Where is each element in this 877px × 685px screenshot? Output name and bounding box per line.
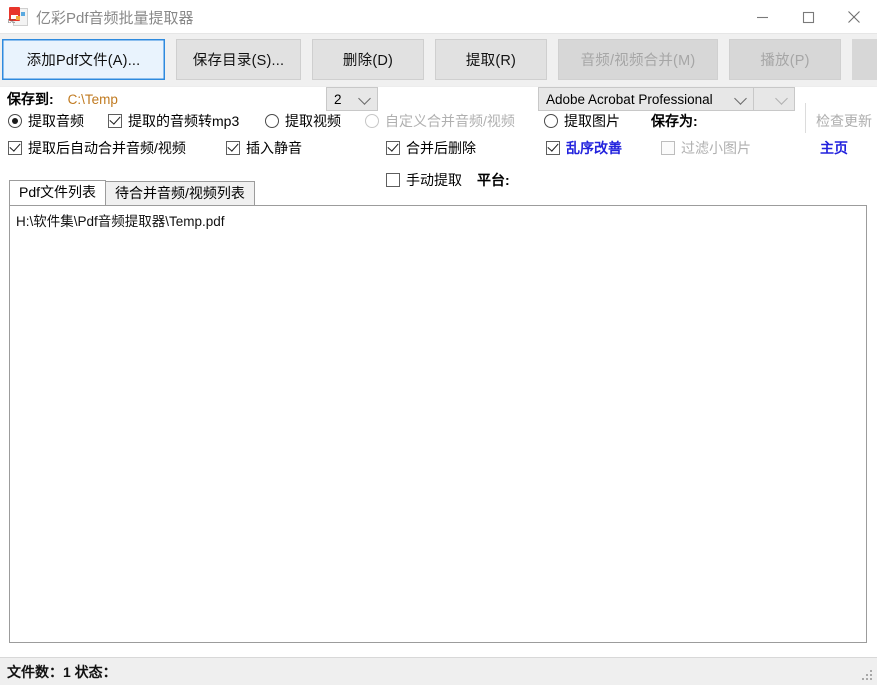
custom-merge-label: 自定义合并音频/视频 [385,113,515,129]
extract-image-label: 提取图片 [564,113,620,129]
auto-merge-checkbox[interactable] [8,141,22,155]
title-bar: DC 亿彩Pdf音频批量提取器 [0,0,877,34]
custom-merge-radio [365,114,379,128]
manual-extract-label: 手动提取 [406,172,462,188]
manual-extract-option[interactable]: 手动提取 [386,170,462,190]
insert-silence-option[interactable]: 插入静音 [226,138,302,158]
resize-grip[interactable] [861,669,874,682]
status-text: 文件数：1 状态： [7,663,117,680]
silence-duration-combobox[interactable]: 2 [326,87,378,111]
check-update-label: 检查更新 [816,113,872,129]
maximize-icon[interactable] [785,0,831,34]
check-update-link: 检查更新 [816,111,872,131]
window-title: 亿彩Pdf音频批量提取器 [36,9,194,27]
filter-small-images-checkbox [661,141,675,155]
extract-audio-label: 提取音频 [28,113,84,129]
play-button: 播放(P) [729,39,841,80]
homepage-link[interactable]: 主页 [820,138,848,158]
save-as-row: 保存为: [651,111,698,131]
save-to-label: 保存到: [7,91,54,107]
audio-to-mp3-checkbox[interactable] [108,114,122,128]
delete-button[interactable]: 删除(D) [312,39,424,80]
extract-video-radio[interactable] [265,114,279,128]
options-panel: 保存到: C:\Temp 提取音频 提取的音频转mp3 提取视频 自定义合并音频… [0,87,877,193]
custom-merge-option: 自定义合并音频/视频 [365,111,515,131]
save-to-path: C:\Temp [67,91,118,107]
extract-button[interactable]: 提取(R) [435,39,547,80]
homepage-label[interactable]: 主页 [820,138,848,158]
audio-to-mp3-option[interactable]: 提取的音频转mp3 [108,111,239,131]
tab-strip: Pdf文件列表 待合并音频/视频列表 [9,180,255,205]
extract-audio-radio[interactable] [8,114,22,128]
minimize-icon[interactable] [739,0,785,34]
save-to-row: 保存到: C:\Temp [7,89,118,109]
delete-after-merge-option[interactable]: 合并后删除 [386,138,476,158]
save-directory-button[interactable]: 保存目录(S)... [176,39,301,80]
manual-extract-checkbox[interactable] [386,173,400,187]
auto-merge-label: 提取后自动合并音频/视频 [28,140,186,156]
window-controls [739,0,877,34]
list-item[interactable]: H:\软件集\Pdf音频提取器\Temp.pdf [10,206,866,230]
save-as-label: 保存为: [651,113,698,129]
status-bar: 文件数：1 状态： [0,657,877,685]
chevron-down-icon [775,92,788,105]
platform-label: 平台: [477,172,510,188]
insert-silence-label: 插入静音 [246,140,302,156]
tab-pdf-file-list[interactable]: Pdf文件列表 [9,180,107,205]
filter-small-images-label: 过滤小图片 [681,140,751,156]
add-pdf-file-button[interactable]: 添加Pdf文件(A)... [2,39,165,80]
delete-after-merge-label: 合并后删除 [406,140,476,156]
pdf-file-listbox[interactable]: H:\软件集\Pdf音频提取器\Temp.pdf [9,205,867,643]
filter-small-images-option: 过滤小图片 [661,138,751,158]
extract-image-option[interactable]: 提取图片 [544,111,620,131]
extract-video-option[interactable]: 提取视频 [265,111,341,131]
auto-merge-option[interactable]: 提取后自动合并音频/视频 [8,138,186,158]
audio-to-mp3-label: 提取的音频转mp3 [128,113,240,129]
insert-silence-checkbox[interactable] [226,141,240,155]
main-toolbar: 添加Pdf文件(A)... 保存目录(S)... 删除(D) 提取(R) 音频/… [0,34,877,87]
sponsored-button: 已赞助 [852,39,877,80]
shuffle-fix-label: 乱序改善 [566,140,622,156]
shuffle-fix-option[interactable]: 乱序改善 [546,138,622,158]
chevron-down-icon [358,92,371,105]
shuffle-fix-checkbox[interactable] [546,141,560,155]
extract-audio-option[interactable]: 提取音频 [8,111,84,131]
platform-combobox[interactable]: Adobe Acrobat Professional [538,87,754,111]
extract-video-label: 提取视频 [285,113,341,129]
delete-after-merge-checkbox[interactable] [386,141,400,155]
tab-pending-merge-list[interactable]: 待合并音频/视频列表 [105,181,255,205]
pdf-app-icon: DC [8,7,28,27]
chevron-down-icon [734,92,747,105]
merge-audio-video-button: 音频/视频合并(M) [558,39,718,80]
silence-duration-value: 2 [334,91,342,107]
extract-image-radio[interactable] [544,114,558,128]
platform-row: 平台: [477,170,510,190]
close-icon[interactable] [831,0,877,34]
platform-value: Adobe Acrobat Professional [546,91,713,107]
